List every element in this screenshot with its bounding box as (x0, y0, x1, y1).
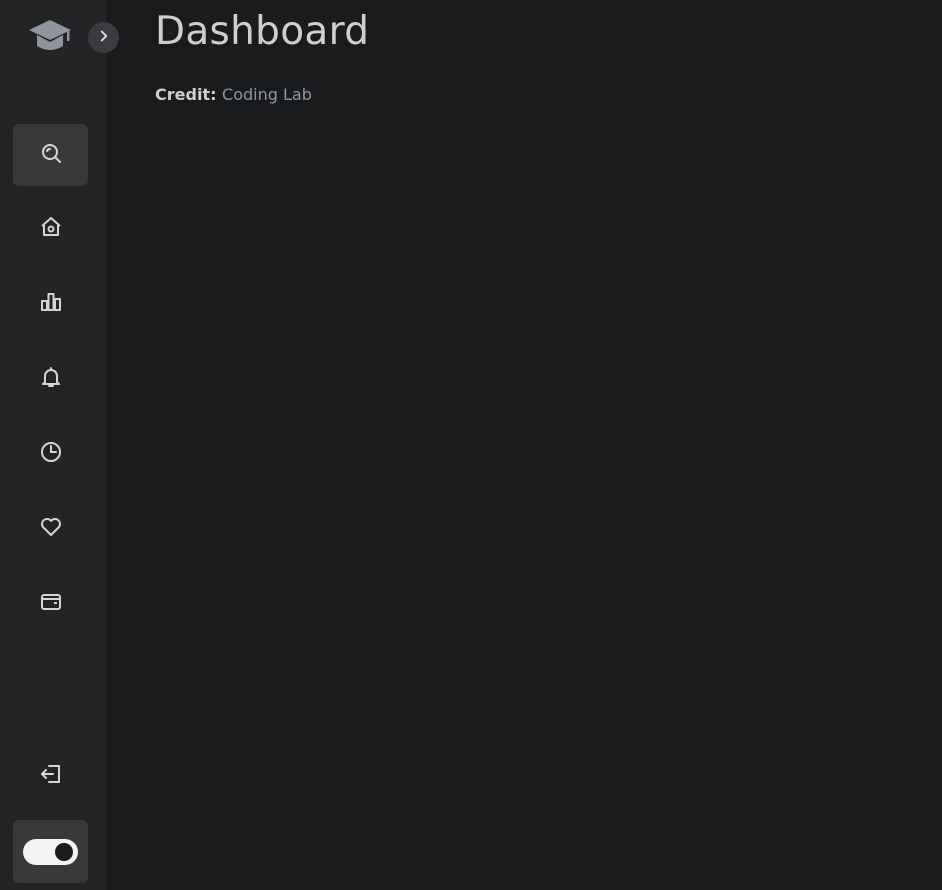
sidebar-item-wallet[interactable] (13, 573, 88, 635)
dark-mode-switch-container (13, 820, 88, 883)
search-icon (39, 141, 63, 169)
sidebar-item-analytics[interactable] (13, 273, 88, 335)
logout-button[interactable] (13, 745, 88, 807)
credit-label: Credit: (155, 85, 217, 104)
sidebar-item-favorites[interactable] (13, 498, 88, 560)
home-icon (39, 215, 63, 243)
chevron-right-icon (95, 27, 113, 49)
toggle-knob (55, 842, 73, 861)
credit-link[interactable]: Coding Lab (222, 85, 312, 104)
graduation-cap-icon (28, 18, 72, 54)
heart-icon (39, 515, 63, 543)
sidebar-item-search[interactable] (13, 124, 88, 186)
sidebar-item-home[interactable] (13, 198, 88, 260)
credit-line: Credit: Coding Lab (155, 85, 312, 104)
bar-chart-icon (39, 290, 63, 318)
sidebar (0, 0, 119, 890)
pie-chart-icon (39, 440, 63, 468)
logout-icon (39, 762, 63, 790)
sidebar-item-notifications[interactable] (13, 348, 88, 410)
page-title: Dashboard (155, 9, 370, 54)
sidebar-item-reports[interactable] (13, 423, 88, 485)
wallet-icon (39, 590, 63, 618)
dark-mode-toggle[interactable] (23, 838, 78, 865)
sidebar-toggle-button[interactable] (88, 22, 119, 53)
bell-icon (39, 365, 63, 393)
